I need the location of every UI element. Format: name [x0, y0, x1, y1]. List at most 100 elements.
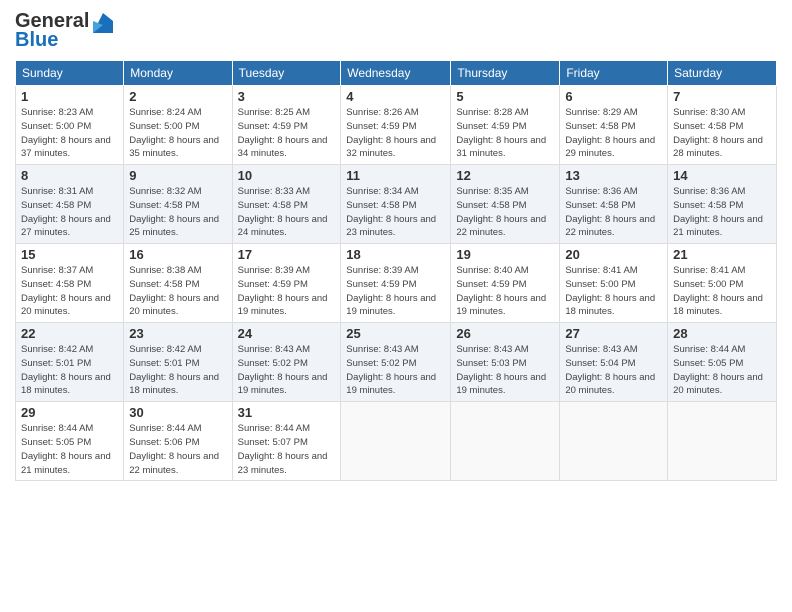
calendar-day: 25 Sunrise: 8:43 AMSunset: 5:02 PMDayligh… [341, 323, 451, 402]
day-number: 24 [238, 326, 336, 341]
calendar-day: 16 Sunrise: 8:38 AMSunset: 4:58 PMDayligh… [124, 244, 232, 323]
day-number: 22 [21, 326, 118, 341]
day-info: Sunrise: 8:43 AMSunset: 5:04 PMDaylight:… [565, 343, 662, 398]
calendar-day: 24 Sunrise: 8:43 AMSunset: 5:02 PMDayligh… [232, 323, 341, 402]
empty-cell [668, 402, 777, 481]
weekday-header: Sunday [16, 61, 124, 86]
calendar-day: 29Sunrise: 8:44 AMSunset: 5:05 PMDayligh… [16, 402, 124, 481]
day-info: Sunrise: 8:33 AMSunset: 4:58 PMDaylight:… [238, 185, 336, 240]
calendar-day: 28Sunrise: 8:44 AMSunset: 5:05 PMDayligh… [668, 323, 777, 402]
weekday-header: Saturday [668, 61, 777, 86]
day-info: Sunrise: 8:38 AMSunset: 4:58 PMDaylight:… [129, 264, 226, 319]
day-info: Sunrise: 8:24 AMSunset: 5:00 PMDaylight:… [129, 106, 226, 161]
day-number: 3 [238, 89, 336, 104]
header: General Blue [15, 10, 777, 52]
day-info: Sunrise: 8:32 AMSunset: 4:58 PMDaylight:… [129, 185, 226, 240]
calendar-day: 3 Sunrise: 8:25 AMSunset: 4:59 PMDaylight… [232, 86, 341, 165]
weekday-header: Monday [124, 61, 232, 86]
logo: General Blue [15, 10, 113, 52]
calendar-day: 18 Sunrise: 8:39 AMSunset: 4:59 PMDayligh… [341, 244, 451, 323]
day-number: 1 [21, 89, 118, 104]
day-info: Sunrise: 8:29 AMSunset: 4:58 PMDaylight:… [565, 106, 662, 161]
day-info: Sunrise: 8:41 AMSunset: 5:00 PMDaylight:… [673, 264, 771, 319]
day-number: 12 [456, 168, 554, 183]
day-info: Sunrise: 8:36 AMSunset: 4:58 PMDaylight:… [673, 185, 771, 240]
day-info: Sunrise: 8:44 AMSunset: 5:07 PMDaylight:… [238, 422, 336, 477]
weekday-header: Thursday [451, 61, 560, 86]
calendar-day: 10 Sunrise: 8:33 AMSunset: 4:58 PMDayligh… [232, 165, 341, 244]
day-number: 2 [129, 89, 226, 104]
calendar-day: 19Sunrise: 8:40 AMSunset: 4:59 PMDayligh… [451, 244, 560, 323]
calendar-day: 30 Sunrise: 8:44 AMSunset: 5:06 PMDayligh… [124, 402, 232, 481]
calendar-day: 7 Sunrise: 8:30 AMSunset: 4:58 PMDaylight… [668, 86, 777, 165]
calendar-day: 15 Sunrise: 8:37 AMSunset: 4:58 PMDayligh… [16, 244, 124, 323]
weekday-header: Wednesday [341, 61, 451, 86]
calendar-day: 5 Sunrise: 8:28 AMSunset: 4:59 PMDaylight… [451, 86, 560, 165]
day-number: 13 [565, 168, 662, 183]
day-info: Sunrise: 8:42 AMSunset: 5:01 PMDaylight:… [129, 343, 226, 398]
day-number: 18 [346, 247, 445, 262]
calendar-day: 2 Sunrise: 8:24 AMSunset: 5:00 PMDaylight… [124, 86, 232, 165]
weekday-header: Tuesday [232, 61, 341, 86]
day-number: 6 [565, 89, 662, 104]
day-info: Sunrise: 8:39 AMSunset: 4:59 PMDaylight:… [238, 264, 336, 319]
day-number: 11 [346, 168, 445, 183]
day-info: Sunrise: 8:43 AMSunset: 5:02 PMDaylight:… [238, 343, 336, 398]
day-info: Sunrise: 8:37 AMSunset: 4:58 PMDaylight:… [21, 264, 118, 319]
calendar-day: 27 Sunrise: 8:43 AMSunset: 5:04 PMDayligh… [560, 323, 668, 402]
page: General Blue SundayMondayTuesdayWednesda… [0, 0, 792, 612]
calendar-day: 4Sunrise: 8:26 AMSunset: 4:59 PMDaylight… [341, 86, 451, 165]
day-number: 8 [21, 168, 118, 183]
calendar-day: 12 Sunrise: 8:35 AMSunset: 4:58 PMDayligh… [451, 165, 560, 244]
calendar-day: 21 Sunrise: 8:41 AMSunset: 5:00 PMDayligh… [668, 244, 777, 323]
day-number: 15 [21, 247, 118, 262]
day-info: Sunrise: 8:43 AMSunset: 5:02 PMDaylight:… [346, 343, 445, 398]
empty-cell [560, 402, 668, 481]
calendar-day: 26 Sunrise: 8:43 AMSunset: 5:03 PMDayligh… [451, 323, 560, 402]
calendar-day: 6 Sunrise: 8:29 AMSunset: 4:58 PMDaylight… [560, 86, 668, 165]
empty-cell [451, 402, 560, 481]
day-info: Sunrise: 8:34 AMSunset: 4:58 PMDaylight:… [346, 185, 445, 240]
day-number: 27 [565, 326, 662, 341]
day-info: Sunrise: 8:39 AMSunset: 4:59 PMDaylight:… [346, 264, 445, 319]
day-info: Sunrise: 8:25 AMSunset: 4:59 PMDaylight:… [238, 106, 336, 161]
day-number: 14 [673, 168, 771, 183]
day-number: 7 [673, 89, 771, 104]
day-info: Sunrise: 8:41 AMSunset: 5:00 PMDaylight:… [565, 264, 662, 319]
day-info: Sunrise: 8:23 AMSunset: 5:00 PMDaylight:… [21, 106, 118, 161]
calendar-table: SundayMondayTuesdayWednesdayThursdayFrid… [15, 60, 777, 481]
day-number: 20 [565, 247, 662, 262]
day-number: 30 [129, 405, 226, 420]
day-info: Sunrise: 8:44 AMSunset: 5:05 PMDaylight:… [673, 343, 771, 398]
day-info: Sunrise: 8:30 AMSunset: 4:58 PMDaylight:… [673, 106, 771, 161]
day-number: 19 [456, 247, 554, 262]
day-info: Sunrise: 8:35 AMSunset: 4:58 PMDaylight:… [456, 185, 554, 240]
day-info: Sunrise: 8:28 AMSunset: 4:59 PMDaylight:… [456, 106, 554, 161]
empty-cell [341, 402, 451, 481]
day-number: 16 [129, 247, 226, 262]
weekday-header: Friday [560, 61, 668, 86]
calendar-day: 20 Sunrise: 8:41 AMSunset: 5:00 PMDayligh… [560, 244, 668, 323]
day-number: 31 [238, 405, 336, 420]
day-info: Sunrise: 8:42 AMSunset: 5:01 PMDaylight:… [21, 343, 118, 398]
day-info: Sunrise: 8:43 AMSunset: 5:03 PMDaylight:… [456, 343, 554, 398]
day-info: Sunrise: 8:44 AMSunset: 5:06 PMDaylight:… [129, 422, 226, 477]
day-number: 25 [346, 326, 445, 341]
calendar-day: 17Sunrise: 8:39 AMSunset: 4:59 PMDayligh… [232, 244, 341, 323]
day-number: 9 [129, 168, 226, 183]
day-info: Sunrise: 8:36 AMSunset: 4:58 PMDaylight:… [565, 185, 662, 240]
day-number: 26 [456, 326, 554, 341]
calendar-day: 23 Sunrise: 8:42 AMSunset: 5:01 PMDayligh… [124, 323, 232, 402]
day-number: 5 [456, 89, 554, 104]
calendar-day: 9 Sunrise: 8:32 AMSunset: 4:58 PMDaylight… [124, 165, 232, 244]
calendar-day: 1 Sunrise: 8:23 AMSunset: 5:00 PMDaylight… [16, 86, 124, 165]
day-info: Sunrise: 8:31 AMSunset: 4:58 PMDaylight:… [21, 185, 118, 240]
day-number: 10 [238, 168, 336, 183]
logo-icon [93, 13, 113, 33]
calendar-day: 8 Sunrise: 8:31 AMSunset: 4:58 PMDaylight… [16, 165, 124, 244]
logo-blue-text: Blue [15, 29, 58, 52]
day-number: 23 [129, 326, 226, 341]
day-number: 21 [673, 247, 771, 262]
day-number: 4 [346, 89, 445, 104]
calendar-day: 14 Sunrise: 8:36 AMSunset: 4:58 PMDayligh… [668, 165, 777, 244]
